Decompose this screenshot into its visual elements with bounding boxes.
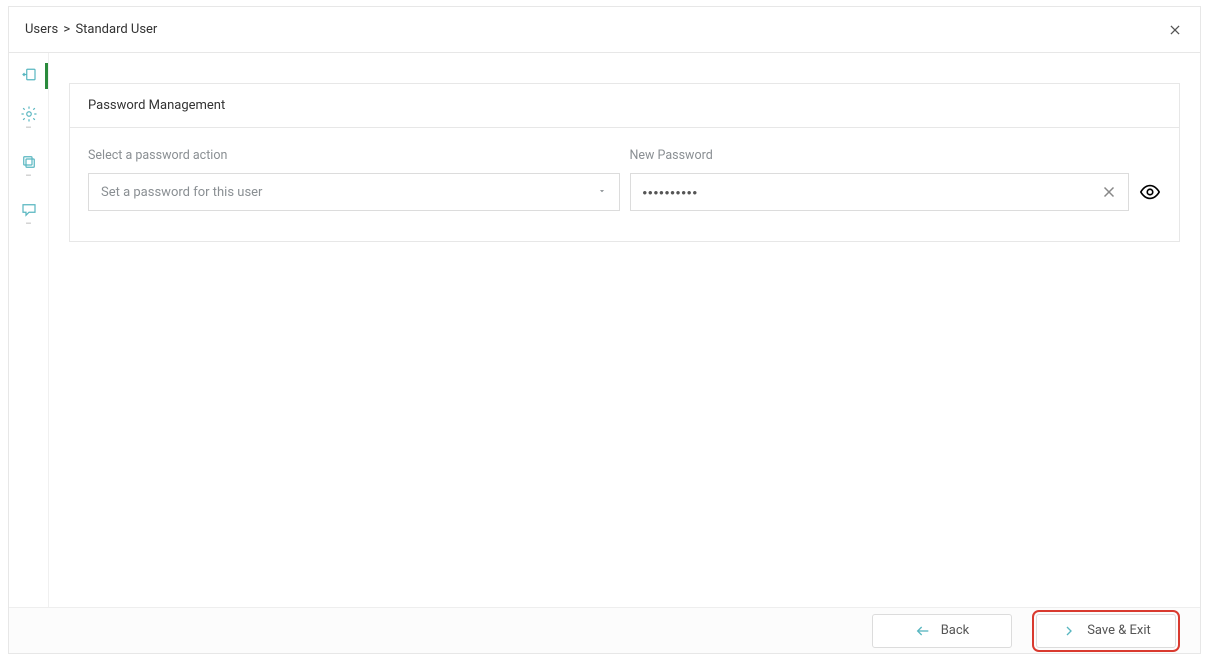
password-action-value: Set a password for this user [101,185,262,200]
sidebar-item-copy[interactable]: – [9,151,48,183]
chevron-down-icon [597,185,607,200]
gear-icon [20,105,38,123]
password-action-label: Select a password action [88,148,620,163]
show-password-icon[interactable] [1139,181,1161,203]
new-password-label: New Password [630,148,1162,163]
back-button[interactable]: Back [872,614,1012,648]
clear-input-icon[interactable] [1100,183,1118,201]
new-password-input[interactable] [643,185,1101,200]
close-icon[interactable] [1166,21,1184,39]
rail-dash: – [25,173,32,181]
breadcrumb-root[interactable]: Users [25,22,58,37]
password-management-panel: Password Management Select a password ac… [69,83,1180,242]
breadcrumb-separator: > [63,22,70,37]
panel-title: Password Management [70,84,1179,128]
page-header: Users > Standard User [9,7,1200,53]
save-exit-button[interactable]: Save & Exit [1036,614,1176,648]
sidebar-item-user[interactable] [9,65,48,87]
copy-icon [20,153,38,171]
chat-icon [20,201,38,219]
password-action-select[interactable]: Set a password for this user [88,173,620,211]
rail-dash: – [25,125,32,133]
sidebar-item-chat[interactable]: – [9,199,48,231]
sidebar-item-settings[interactable]: – [9,103,48,135]
back-button-label: Back [941,623,970,638]
side-rail: – – – [9,53,49,607]
breadcrumb: Users > Standard User [25,22,157,37]
chevron-right-icon [1061,623,1077,639]
footer-bar: Back Save & Exit [9,607,1200,653]
breadcrumb-current: Standard User [75,22,157,37]
user-entry-icon [20,67,38,85]
rail-dash: – [25,221,32,229]
save-exit-button-label: Save & Exit [1087,623,1151,638]
arrow-left-icon [915,623,931,639]
